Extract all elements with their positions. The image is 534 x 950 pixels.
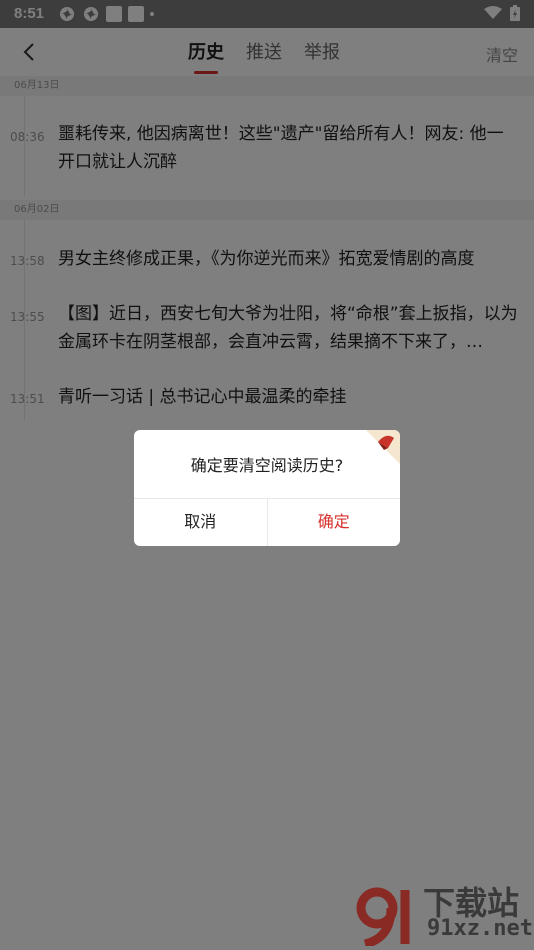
watermark-logo-icon [355, 882, 421, 950]
watermark: 下载站 91xz.net [355, 878, 533, 950]
cancel-button[interactable]: 取消 [134, 499, 268, 546]
watermark-url: 91xz.net [427, 916, 533, 941]
confirm-dialog: 确定要清空阅读历史? 取消 确定 [134, 430, 400, 546]
dialog-message: 确定要清空阅读历史? [190, 456, 344, 475]
dialog-buttons: 取消 确定 [134, 498, 400, 546]
confirm-button[interactable]: 确定 [268, 499, 401, 546]
